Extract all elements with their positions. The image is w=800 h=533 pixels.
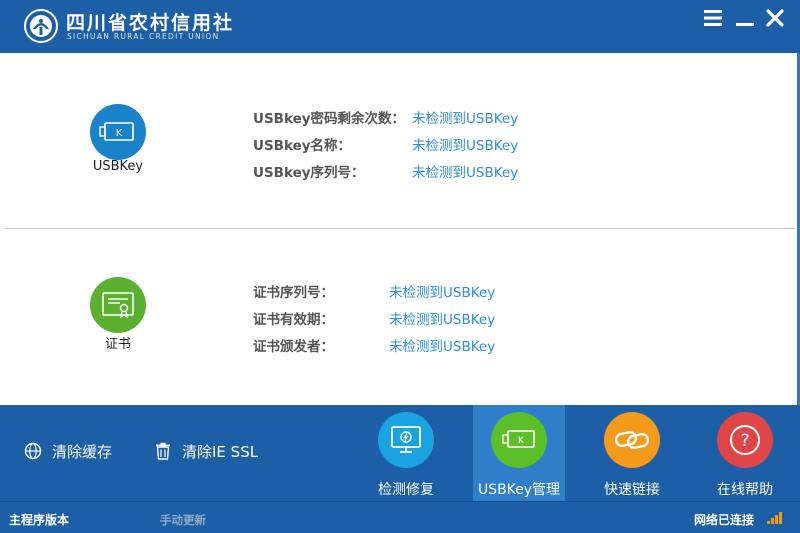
online-help-label: 在线帮助 (717, 482, 773, 498)
clear-cache-label: 清除缓存 (52, 442, 113, 461)
certificate-badge (90, 277, 146, 333)
cert-validity-label: 证书有效期： (253, 312, 334, 328)
tool-quick-link[interactable]: 快速链接 (586, 405, 678, 501)
usbkey-badge: K (90, 104, 146, 160)
title-bar: 四川省农村信用社 SICHUAN RURAL CREDIT UNION (0, 0, 800, 53)
svg-text:K: K (518, 436, 525, 446)
cert-serial-value: 未检测到USBKey (389, 285, 496, 301)
certificate-label: 证书 (104, 337, 131, 352)
trash-icon (156, 442, 170, 460)
usbkey-serial-value: 未检测到USBKey (412, 165, 519, 181)
link-icon (614, 430, 650, 450)
svg-text:?: ? (740, 431, 749, 451)
cert-serial-label: 证书序列号： (253, 285, 334, 301)
minimize-icon[interactable] (734, 7, 756, 29)
signal-icon (767, 512, 782, 524)
cert-issuer-value: 未检测到USBKey (389, 339, 496, 355)
clear-ssl-button[interactable]: 清除IE SSL (154, 440, 258, 462)
brand-name-en: SICHUAN RURAL CREDIT UNION (67, 32, 220, 41)
usbkey-retry-value: 未检测到USBKey (412, 111, 519, 127)
usbkey-manage-badge: K (491, 412, 547, 468)
tool-usbkey-manage[interactable]: K USBKey管理 (473, 405, 565, 501)
panel-divider (5, 228, 795, 229)
quick-link-badge (604, 412, 660, 468)
certificate-icon (102, 292, 134, 319)
usbkey-name-label: USBkey名称： (253, 138, 352, 154)
tool-check-repair[interactable]: 检测修复 (360, 405, 452, 501)
clear-ssl-label: 清除IE SSL (182, 442, 259, 461)
manual-update-link[interactable]: 手动更新 (160, 512, 206, 528)
version-label: 主程序版本 (9, 513, 70, 527)
status-bar: 主程序版本 手动更新 网络已连接 (0, 501, 800, 533)
usbkey-retry-label: USBkey密码剩余次数： (253, 111, 406, 127)
menu-icon[interactable] (702, 7, 724, 29)
usbkey-manage-icon: K (502, 430, 535, 448)
usbkey-serial-label: USBkey序列号： (253, 165, 365, 181)
cert-issuer-label: 证书颁发者： (253, 339, 334, 355)
svg-text:K: K (116, 128, 123, 139)
check-repair-label: 检测修复 (378, 482, 434, 498)
check-repair-badge (378, 412, 434, 468)
usbkey-icon: K (99, 122, 134, 141)
brand-name-cn: 四川省农村信用社 (66, 12, 235, 34)
monitor-repair-icon (391, 426, 421, 453)
network-status: 网络已连接 (694, 513, 755, 527)
help-icon: ? (730, 425, 760, 455)
online-help-badge: ? (717, 412, 773, 468)
close-icon[interactable] (764, 7, 786, 29)
credit-union-logo-icon (24, 9, 58, 43)
globe-icon (24, 442, 42, 460)
usbkey-manage-label: USBKey管理 (477, 482, 561, 498)
usbkey-name-value: 未检测到USBKey (412, 138, 519, 154)
cert-validity-value: 未检测到USBKey (389, 312, 496, 328)
usbkey-label: USBKey (92, 159, 144, 174)
clear-cache-button[interactable]: 清除缓存 (24, 440, 112, 462)
tool-online-help[interactable]: ? 在线帮助 (699, 405, 791, 501)
quick-link-label: 快速链接 (604, 482, 660, 498)
